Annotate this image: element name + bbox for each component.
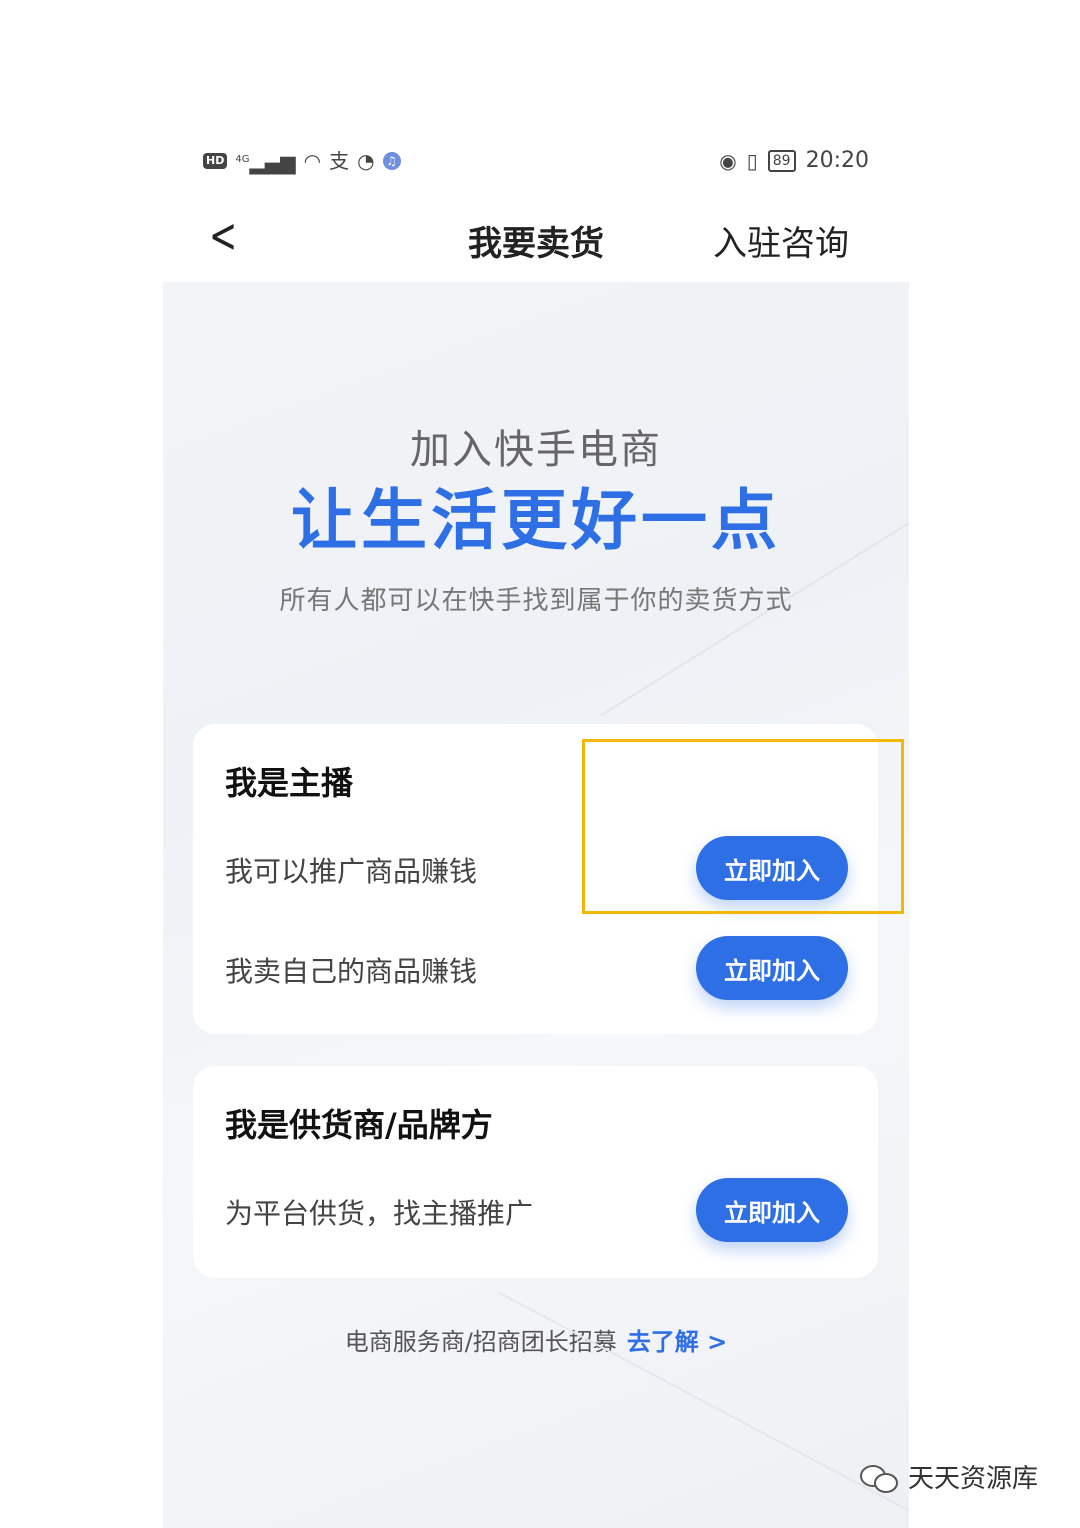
status-time: 20:20 [805,148,869,173]
learn-more-link[interactable]: 去了解 > [627,1328,727,1356]
eye-icon: ◉ [719,148,737,173]
highlight-box [582,739,904,914]
signal-icon: 4G▂▄▆ [235,150,296,175]
chevron-right-icon: > [707,1328,728,1356]
music-icon: ♫ [382,152,401,171]
join-supplier-button[interactable]: 立即加入 [696,1178,848,1242]
vibrate-icon: ▯ [746,148,758,173]
footer-recruit: 电商服务商/招商团长招募 去了解 > [163,1322,909,1357]
wifi-icon: ◠ [303,149,322,174]
wechat-watermark-icon [860,1461,900,1493]
option-text: 我卖自己的商品赚钱 [225,955,478,988]
alipay-icon: 支 [329,149,350,174]
status-right: ◉ ▯ 89 20:20 [719,148,869,173]
consult-link[interactable]: 入驻咨询 [713,216,849,265]
card-title: 我是主播 [225,764,354,802]
network-label: 4G [235,154,250,165]
option-text: 我可以推广商品赚钱 [225,855,478,888]
join-sell-own-button[interactable]: 立即加入 [696,936,848,1000]
hero-headline: 让生活更好一点 [291,482,781,559]
wechat-icon: ◔ [357,149,375,174]
status-bar: HD 4G▂▄▆ ◠ 支 ◔ ♫ ◉ ▯ 89 20:20 [163,130,909,192]
watermark-text: 天天资源库 [908,1464,1039,1494]
battery-indicator: 89 [767,149,796,172]
hd-badge: HD [203,153,228,170]
watermark: 天天资源库 [860,1458,1038,1495]
supplier-card: 我是供货商/品牌方 为平台供货，找主播推广 立即加入 [193,1066,878,1278]
hero-tagline: 所有人都可以在快手找到属于你的卖货方式 [279,586,793,616]
status-left: HD 4G▂▄▆ ◠ 支 ◔ ♫ [203,148,401,175]
option-text: 为平台供货，找主播推广 [225,1197,534,1230]
card-title: 我是供货商/品牌方 [225,1106,493,1144]
top-nav: < 我要卖货 入驻咨询 [163,192,909,282]
footer-text: 电商服务商/招商团长招募 [344,1328,617,1356]
learn-more-label: 去了解 [626,1328,699,1356]
